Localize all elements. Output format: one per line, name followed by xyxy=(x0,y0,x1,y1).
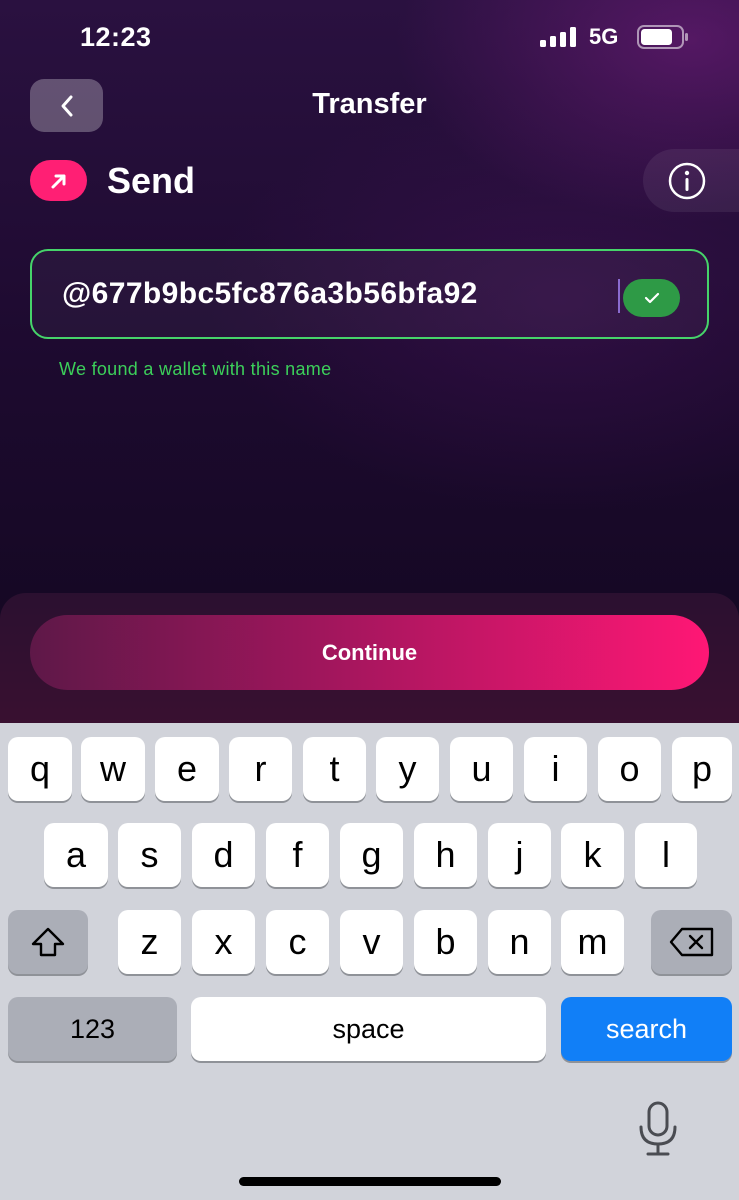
space-key[interactable]: space xyxy=(191,997,546,1061)
network-type: 5G xyxy=(589,24,619,49)
delete-key[interactable] xyxy=(651,910,732,974)
signal-icon xyxy=(540,27,576,47)
checkmark-icon xyxy=(644,292,659,304)
key-u[interactable]: u xyxy=(450,737,513,801)
key-w[interactable]: w xyxy=(81,737,145,801)
microphone-icon[interactable] xyxy=(633,1100,683,1158)
key-e[interactable]: e xyxy=(155,737,219,801)
key-b[interactable]: b xyxy=(414,910,477,974)
search-key[interactable]: search xyxy=(561,997,732,1061)
status-time: 12:23 xyxy=(80,22,152,52)
transfer-screen: 12:23 5G Transfer Send @677b9bc5fc876a3b… xyxy=(0,0,739,1200)
key-z[interactable]: z xyxy=(118,910,181,974)
validation-message: We found a wallet with this name xyxy=(59,359,332,379)
shift-icon xyxy=(31,927,65,957)
continue-button[interactable]: Continue xyxy=(30,615,709,690)
key-m[interactable]: m xyxy=(561,910,624,974)
key-c[interactable]: c xyxy=(266,910,329,974)
key-x[interactable]: x xyxy=(192,910,255,974)
send-badge xyxy=(30,160,87,201)
key-y[interactable]: y xyxy=(376,737,439,801)
home-indicator xyxy=(239,1177,501,1186)
key-n[interactable]: n xyxy=(488,910,551,974)
key-g[interactable]: g xyxy=(340,823,403,887)
backspace-icon xyxy=(669,927,713,957)
recipient-input[interactable]: @677b9bc5fc876a3b56bfa92 xyxy=(30,249,709,339)
numbers-key[interactable]: 123 xyxy=(8,997,177,1061)
key-h[interactable]: h xyxy=(414,823,477,887)
info-button[interactable] xyxy=(643,149,739,212)
key-s[interactable]: s xyxy=(118,823,181,887)
key-l[interactable]: l xyxy=(635,823,697,887)
key-v[interactable]: v xyxy=(340,910,403,974)
key-p[interactable]: p xyxy=(672,737,732,801)
valid-badge xyxy=(623,279,680,317)
send-label: Send xyxy=(107,160,196,201)
key-i[interactable]: i xyxy=(524,737,587,801)
key-d[interactable]: d xyxy=(192,823,255,887)
arrow-up-right-icon xyxy=(51,174,65,188)
key-f[interactable]: f xyxy=(266,823,329,887)
key-a[interactable]: a xyxy=(44,823,108,887)
shift-key[interactable] xyxy=(8,910,88,974)
key-t[interactable]: t xyxy=(303,737,366,801)
text-caret xyxy=(618,279,620,313)
key-q[interactable]: q xyxy=(8,737,72,801)
battery-icon xyxy=(637,25,688,49)
key-o[interactable]: o xyxy=(598,737,661,801)
recipient-input-value[interactable]: @677b9bc5fc876a3b56bfa92 xyxy=(62,277,647,311)
page-title: Transfer xyxy=(312,88,427,120)
key-r[interactable]: r xyxy=(229,737,292,801)
info-icon xyxy=(668,162,706,199)
key-k[interactable]: k xyxy=(561,823,624,887)
key-j[interactable]: j xyxy=(488,823,551,887)
